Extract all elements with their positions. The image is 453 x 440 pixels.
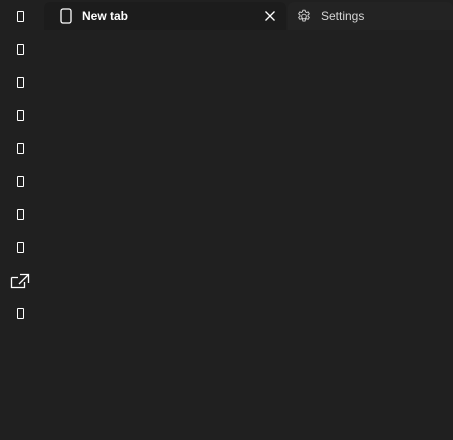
- terminal-window: New tab Settings: [0, 0, 453, 440]
- gear-icon: [296, 8, 312, 24]
- rail-button-8[interactable]: [8, 235, 32, 259]
- placeholder-glyph-icon: [16, 76, 24, 88]
- tab-settings[interactable]: Settings: [288, 2, 453, 30]
- side-rail: [0, 0, 40, 440]
- placeholder-glyph-icon: [16, 241, 24, 253]
- rail-button-6[interactable]: [8, 169, 32, 193]
- rail-button-1[interactable]: [8, 4, 32, 28]
- rail-button-5[interactable]: [8, 136, 32, 160]
- rail-button-3[interactable]: [8, 70, 32, 94]
- tab-label: Settings: [321, 9, 365, 23]
- placeholder-glyph-icon: [16, 43, 24, 55]
- rail-button-4[interactable]: [8, 103, 32, 127]
- open-in-new-window-button[interactable]: [8, 269, 32, 293]
- placeholder-glyph-icon: [16, 208, 24, 220]
- tab-strip: New tab Settings: [44, 2, 453, 32]
- close-icon: [265, 11, 275, 21]
- document-icon: [58, 8, 74, 24]
- tab-new-tab[interactable]: New tab: [44, 2, 286, 30]
- placeholder-glyph-icon: [16, 10, 24, 22]
- placeholder-glyph-icon: [16, 142, 24, 154]
- tab-content-area[interactable]: [40, 32, 453, 440]
- placeholder-glyph-icon: [16, 175, 24, 187]
- placeholder-glyph-icon: [16, 307, 24, 319]
- rail-button-2[interactable]: [8, 37, 32, 61]
- open-in-new-window-icon: [10, 273, 30, 289]
- rail-button-10[interactable]: [8, 301, 32, 325]
- placeholder-glyph-icon: [16, 109, 24, 121]
- rail-button-7[interactable]: [8, 202, 32, 226]
- close-tab-button[interactable]: [262, 8, 278, 24]
- tab-label: New tab: [82, 9, 129, 23]
